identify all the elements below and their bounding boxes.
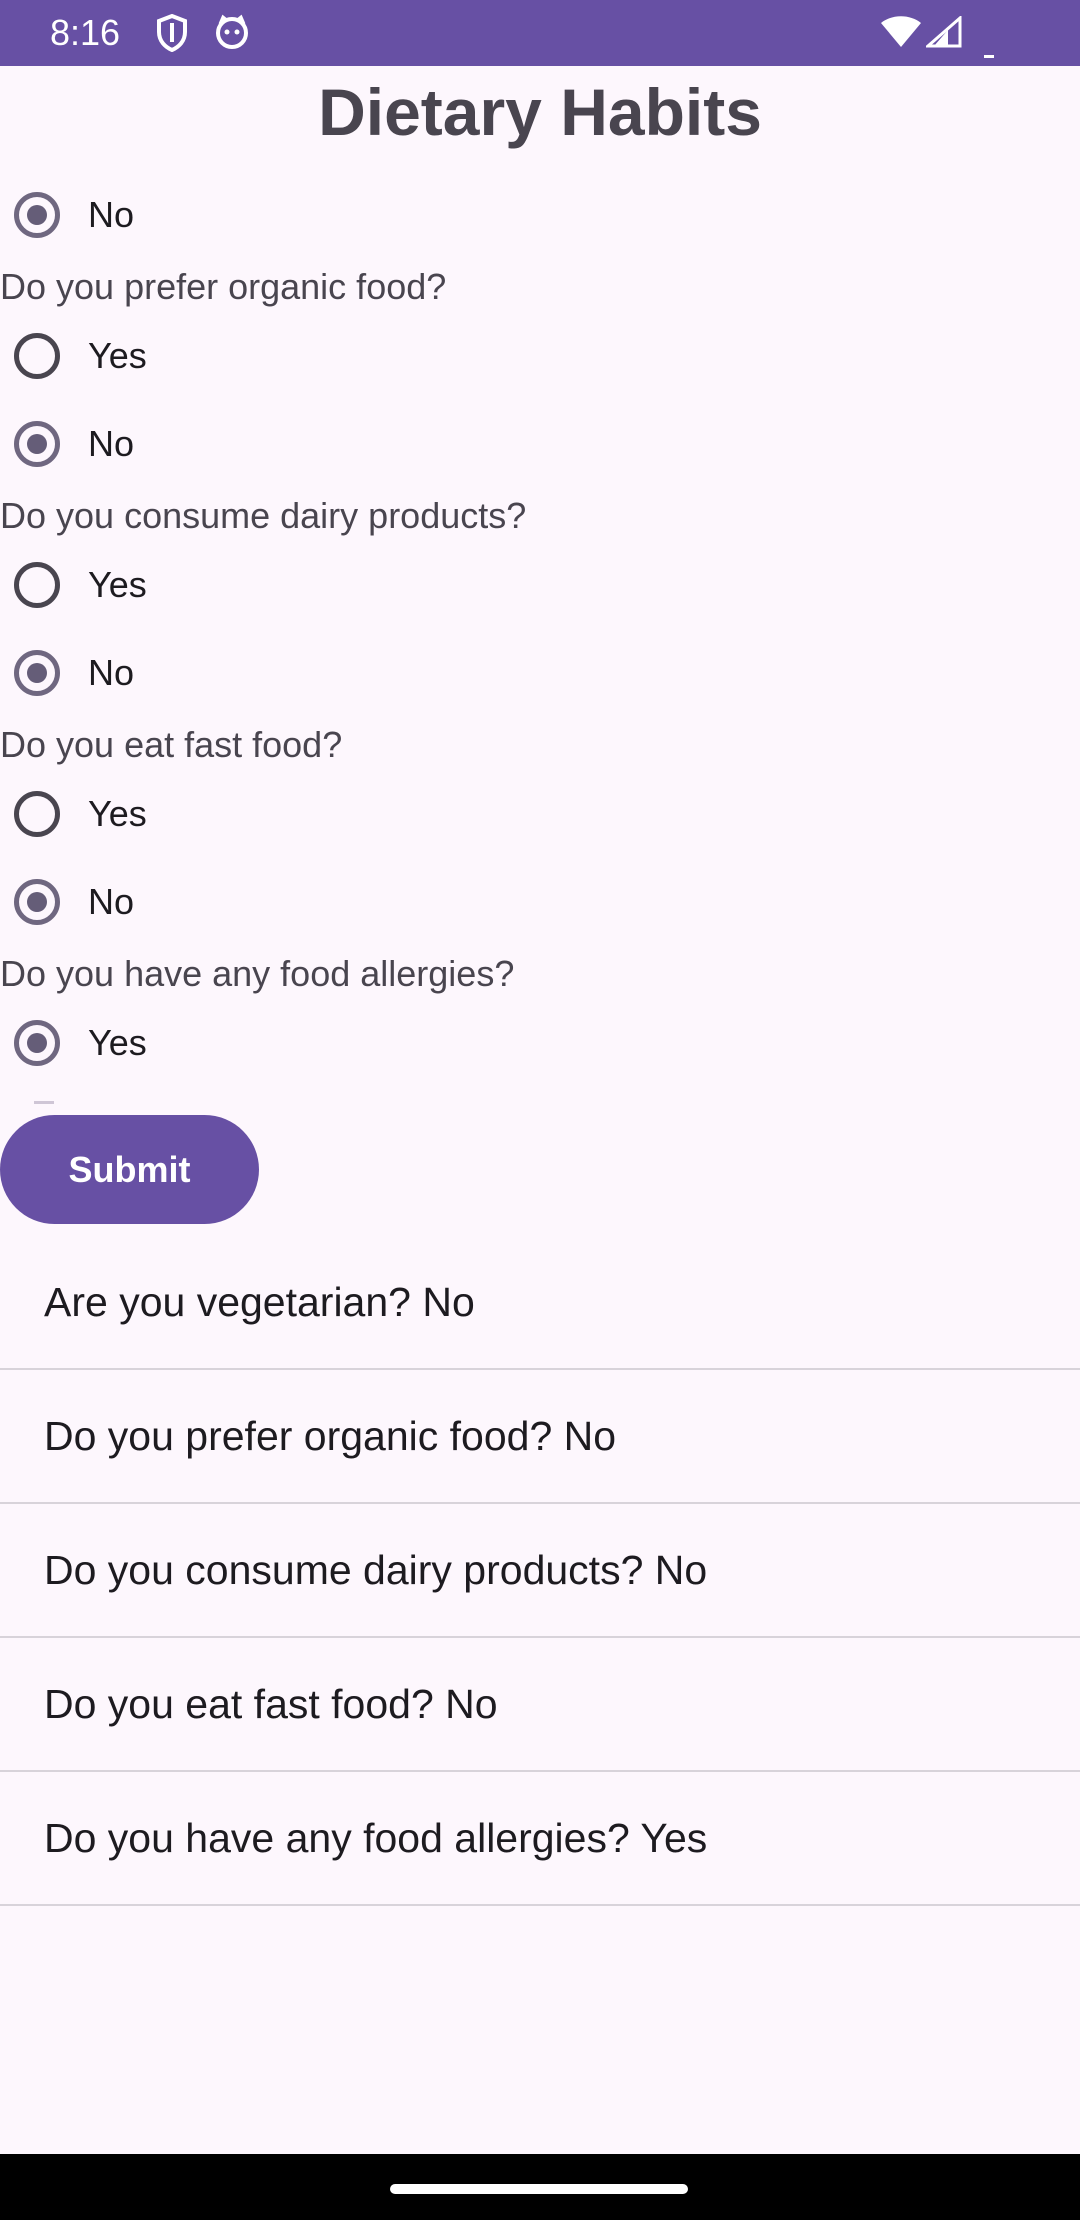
radio-button[interactable] [14, 562, 60, 608]
radio-option-dairy-yes[interactable]: Yes [14, 555, 147, 615]
radio-button[interactable] [14, 791, 60, 837]
result-item: Do you prefer organic food? No [0, 1370, 1080, 1504]
radio-button[interactable] [14, 333, 60, 379]
radio-option-organic-yes[interactable]: Yes [14, 326, 147, 386]
question-fast-food: Do you eat fast food? [0, 724, 343, 765]
signal-icon [924, 14, 962, 53]
radio-button[interactable] [14, 650, 60, 696]
result-item: Do you eat fast food? No [0, 1638, 1080, 1772]
radio-label: Yes [88, 564, 147, 605]
home-handle[interactable] [390, 2184, 688, 2194]
radio-button[interactable] [14, 192, 60, 238]
result-item: Do you consume dairy products? No [0, 1504, 1080, 1638]
radio-label: Yes [88, 1022, 147, 1063]
radio-label: No [88, 881, 135, 922]
radio-option-fast-food-no[interactable]: No [14, 872, 134, 932]
battery-icon [984, 46, 994, 64]
result-item: Do you have any food allergies? Yes [0, 1772, 1080, 1906]
radio-option-dairy-no[interactable]: No [14, 643, 134, 703]
radio-button[interactable] [14, 879, 60, 925]
scroll-clip-edge [34, 1101, 54, 1104]
submit-button[interactable]: Submit [0, 1115, 259, 1224]
radio-dot [27, 434, 47, 454]
navigation-bar [0, 2154, 1080, 2220]
radio-label: Yes [88, 793, 147, 834]
wifi-icon [880, 16, 922, 53]
radio-label: No [88, 194, 135, 235]
question-organic: Do you prefer organic food? [0, 266, 447, 307]
status-time: 8:16 [50, 12, 121, 53]
radio-option-fast-food-yes[interactable]: Yes [14, 784, 147, 844]
shield-icon [156, 13, 188, 57]
results-list: Are you vegetarian? No Do you prefer org… [0, 1236, 1080, 1906]
radio-dot [27, 892, 47, 912]
radio-option-organic-no[interactable]: No [14, 414, 134, 474]
radio-button[interactable] [14, 421, 60, 467]
radio-label: Yes [88, 335, 147, 376]
cat-face-icon [214, 14, 250, 55]
page-title: Dietary Habits [318, 75, 762, 149]
question-dairy: Do you consume dairy products? [0, 495, 527, 536]
radio-dot [27, 1033, 47, 1053]
radio-option-allergies-yes[interactable]: Yes [14, 1013, 147, 1073]
radio-button[interactable] [14, 1020, 60, 1066]
radio-dot [27, 205, 47, 225]
radio-option-vegetarian-no[interactable]: No [14, 185, 134, 245]
question-allergies: Do you have any food allergies? [0, 953, 515, 994]
radio-dot [27, 663, 47, 683]
result-item: Are you vegetarian? No [0, 1236, 1080, 1370]
radio-label: No [88, 423, 135, 464]
radio-label: No [88, 652, 135, 693]
status-bar: 8:16 [0, 0, 1080, 66]
